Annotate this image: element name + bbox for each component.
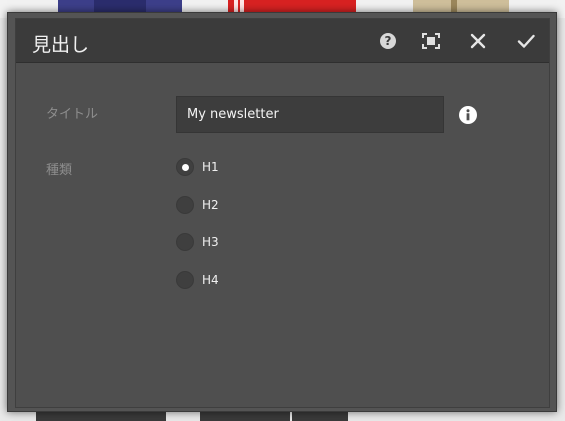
- help-button[interactable]: ?: [375, 28, 401, 54]
- radio-label: H1: [202, 160, 219, 174]
- radio-button[interactable]: [176, 233, 194, 251]
- checkmark-icon: [517, 34, 535, 48]
- dialog-panel: 見出し ? タイトル My newsletter 種類 H1 H2 H3 H4: [15, 18, 550, 408]
- radio-button[interactable]: [176, 271, 194, 289]
- radio-option-h1[interactable]: H1: [176, 157, 219, 177]
- radio-label: H4: [202, 273, 219, 287]
- radio-label: H2: [202, 198, 219, 212]
- done-button[interactable]: [513, 28, 539, 54]
- title-field-label: タイトル: [46, 107, 99, 122]
- close-button[interactable]: [465, 28, 491, 54]
- radio-label: H3: [202, 235, 219, 249]
- radio-option-h3[interactable]: H3: [176, 232, 219, 252]
- radio-option-h4[interactable]: H4: [176, 270, 219, 290]
- close-icon: [470, 33, 486, 49]
- radio-button[interactable]: [176, 158, 194, 176]
- fullscreen-button[interactable]: [418, 28, 444, 54]
- radio-button[interactable]: [176, 196, 194, 214]
- dialog-title: 見出し: [32, 34, 90, 56]
- dialog-header: 見出し ?: [16, 19, 549, 63]
- info-button[interactable]: [458, 105, 478, 125]
- info-icon: [459, 106, 477, 124]
- help-icon: ?: [380, 33, 396, 49]
- svg-text:?: ?: [385, 34, 392, 48]
- type-field-label: 種類: [46, 163, 73, 178]
- title-input[interactable]: [176, 96, 444, 133]
- fullscreen-icon: [422, 33, 440, 49]
- heading-dialog: 見出し ? タイトル My newsletter 種類 H1 H2 H3 H4: [7, 12, 557, 412]
- radio-option-h2[interactable]: H2: [176, 195, 219, 215]
